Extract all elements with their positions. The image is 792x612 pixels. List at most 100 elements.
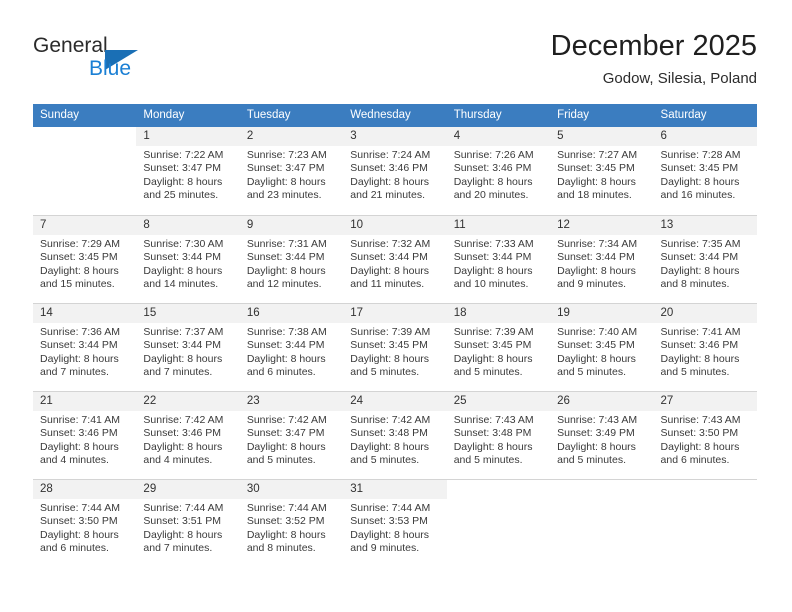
day-details: Sunrise: 7:44 AM Sunset: 3:53 PM Daylight:… — [343, 499, 446, 556]
calendar-day-cell[interactable]: 6 Sunrise: 7:28 AM Sunset: 3:45 PM Daylight… — [653, 127, 757, 215]
calendar-day-cell[interactable]: 1 Sunrise: 7:22 AM Sunset: 3:47 PM Daylight… — [136, 127, 240, 215]
calendar-day-cell[interactable]: 29 Sunrise: 7:44 AM Sunset: 3:51 PM Dayligh… — [136, 479, 240, 567]
day-details: Sunrise: 7:39 AM Sunset: 3:45 PM Daylight:… — [343, 323, 446, 380]
calendar-week-row: 7 Sunrise: 7:29 AM Sunset: 3:45 PM Daylight… — [33, 215, 757, 303]
sunrise-text: Sunrise: 7:41 AM — [660, 326, 741, 338]
sunset-text: Sunset: 3:50 PM — [660, 427, 739, 440]
day-number: 13 — [653, 216, 757, 235]
daylight-text-line1: Daylight: 8 hours — [40, 264, 119, 277]
daylight-text-line2: and 6 minutes. — [660, 454, 730, 467]
calendar-day-cell[interactable]: 5 Sunrise: 7:27 AM Sunset: 3:45 PM Daylight… — [550, 127, 654, 215]
sunset-text: Sunset: 3:49 PM — [557, 427, 635, 440]
daylight-text-line2: and 5 minutes. — [350, 454, 420, 467]
calendar-day-cell[interactable]: 3 Sunrise: 7:24 AM Sunset: 3:46 PM Daylight… — [343, 127, 447, 215]
daylight-text-line1: Daylight: 8 hours — [350, 175, 430, 188]
calendar-day-cell[interactable]: 8 Sunrise: 7:30 AM Sunset: 3:44 PM Daylight… — [136, 215, 240, 303]
day-number — [33, 127, 137, 146]
calendar-day-cell[interactable]: 31 Sunrise: 7:44 AM Sunset: 3:53 PM Dayligh… — [343, 479, 447, 567]
sunrise-text: Sunrise: 7:44 AM — [246, 502, 327, 514]
calendar-day-cell[interactable]: 22 Sunrise: 7:42 AM Sunset: 3:46 PM Dayligh… — [136, 391, 240, 479]
sunrise-text: Sunrise: 7:43 AM — [453, 414, 534, 426]
calendar-day-cell[interactable]: 15 Sunrise: 7:37 AM Sunset: 3:44 PM Dayligh… — [136, 303, 240, 391]
day-number: 1 — [136, 127, 240, 146]
calendar-day-cell[interactable]: 14 Sunrise: 7:36 AM Sunset: 3:44 PM Dayligh… — [33, 303, 137, 391]
daylight-text-line1: Daylight: 8 hours — [246, 352, 326, 365]
calendar-day-cell[interactable]: 17 Sunrise: 7:39 AM Sunset: 3:45 PM Dayligh… — [343, 303, 447, 391]
calendar-cell: 14 Sunrise: 7:36 AM Sunset: 3:44 PM Dayligh… — [33, 303, 137, 391]
day-details: Sunrise: 7:40 AM Sunset: 3:45 PM Daylight:… — [550, 323, 653, 380]
calendar-day-cell[interactable]: 24 Sunrise: 7:42 AM Sunset: 3:48 PM Dayligh… — [343, 391, 447, 479]
calendar-day-cell[interactable]: 7 Sunrise: 7:29 AM Sunset: 3:45 PM Daylight… — [33, 215, 137, 303]
daylight-text-line2: and 9 minutes. — [350, 542, 420, 555]
day-details: Sunrise: 7:34 AM Sunset: 3:44 PM Daylight:… — [550, 235, 653, 292]
calendar-day-cell[interactable]: 12 Sunrise: 7:34 AM Sunset: 3:44 PM Dayligh… — [550, 215, 654, 303]
sunset-text: Sunset: 3:45 PM — [557, 339, 635, 352]
day-details: Sunrise: 7:37 AM Sunset: 3:44 PM Daylight:… — [136, 323, 239, 380]
calendar-cell: 22 Sunrise: 7:42 AM Sunset: 3:46 PM Dayligh… — [136, 391, 240, 479]
daylight-text-line2: and 8 minutes. — [246, 542, 316, 555]
sunrise-text: Sunrise: 7:36 AM — [40, 326, 120, 338]
calendar-cell: 27 Sunrise: 7:43 AM Sunset: 3:50 PM Dayligh… — [653, 391, 757, 479]
daylight-text-line1: Daylight: 8 hours — [246, 528, 326, 541]
calendar-day-cell[interactable]: 10 Sunrise: 7:32 AM Sunset: 3:44 PM Dayligh… — [343, 215, 447, 303]
day-details: Sunrise: 7:35 AM Sunset: 3:44 PM Daylight:… — [654, 235, 757, 292]
title-block: December 2025 Godow, Silesia, Poland — [551, 28, 757, 90]
sunrise-text: Sunrise: 7:27 AM — [557, 149, 638, 161]
calendar-cell: 3 Sunrise: 7:24 AM Sunset: 3:46 PM Daylight… — [343, 127, 447, 215]
calendar-day-cell[interactable]: 18 Sunrise: 7:39 AM Sunset: 3:45 PM Dayligh… — [446, 303, 551, 391]
daylight-text-line1: Daylight: 8 hours — [246, 264, 326, 277]
calendar-day-cell[interactable]: 9 Sunrise: 7:31 AM Sunset: 3:44 PM Daylight… — [239, 215, 344, 303]
sunrise-text: Sunrise: 7:43 AM — [557, 414, 638, 426]
calendar-cell: 2 Sunrise: 7:23 AM Sunset: 3:47 PM Daylight… — [239, 127, 344, 215]
calendar-day-cell[interactable]: 13 Sunrise: 7:35 AM Sunset: 3:44 PM Dayligh… — [653, 215, 757, 303]
sunset-text: Sunset: 3:50 PM — [40, 515, 118, 528]
sunrise-text: Sunrise: 7:35 AM — [660, 238, 741, 250]
calendar-day-cell[interactable]: 19 Sunrise: 7:40 AM Sunset: 3:45 PM Dayligh… — [550, 303, 654, 391]
weekday-header-friday: Friday — [550, 104, 654, 127]
daylight-text-line1: Daylight: 8 hours — [660, 175, 740, 188]
sunrise-text: Sunrise: 7:22 AM — [143, 149, 224, 161]
sunset-text: Sunset: 3:46 PM — [40, 427, 118, 440]
sunrise-text: Sunrise: 7:31 AM — [246, 238, 327, 250]
daylight-text-line1: Daylight: 8 hours — [557, 175, 636, 188]
calendar-day-cell[interactable]: 20 Sunrise: 7:41 AM Sunset: 3:46 PM Dayligh… — [653, 303, 757, 391]
sunrise-text: Sunrise: 7:44 AM — [143, 502, 224, 514]
sunset-text: Sunset: 3:47 PM — [246, 162, 325, 175]
calendar-day-cell[interactable]: 21 Sunrise: 7:41 AM Sunset: 3:46 PM Dayligh… — [33, 391, 137, 479]
calendar-day-cell[interactable]: 2 Sunrise: 7:23 AM Sunset: 3:47 PM Daylight… — [239, 127, 344, 215]
calendar-cell: 1 Sunrise: 7:22 AM Sunset: 3:47 PM Daylight… — [136, 127, 240, 215]
calendar-day-cell[interactable]: 11 Sunrise: 7:33 AM Sunset: 3:44 PM Dayligh… — [446, 215, 551, 303]
generalblue-logo[interactable]: General Blue — [33, 34, 233, 90]
day-details: Sunrise: 7:23 AM Sunset: 3:47 PM Daylight:… — [240, 146, 343, 203]
daylight-text-line2: and 5 minutes. — [350, 366, 420, 379]
sunrise-text: Sunrise: 7:43 AM — [660, 414, 741, 426]
calendar-day-cell[interactable]: 25 Sunrise: 7:43 AM Sunset: 3:48 PM Dayligh… — [446, 391, 551, 479]
calendar-day-cell[interactable]: 23 Sunrise: 7:42 AM Sunset: 3:47 PM Dayligh… — [239, 391, 344, 479]
calendar-cell: 9 Sunrise: 7:31 AM Sunset: 3:44 PM Daylight… — [239, 215, 344, 303]
day-number — [550, 480, 654, 499]
calendar-day-cell[interactable]: 27 Sunrise: 7:43 AM Sunset: 3:50 PM Dayligh… — [653, 391, 757, 479]
day-number: 17 — [343, 304, 447, 323]
calendar-cell: 19 Sunrise: 7:40 AM Sunset: 3:45 PM Dayligh… — [550, 303, 654, 391]
sunset-text: Sunset: 3:48 PM — [453, 427, 532, 440]
day-details: Sunrise: 7:33 AM Sunset: 3:44 PM Daylight:… — [447, 235, 550, 292]
calendar-day-cell[interactable]: 28 Sunrise: 7:44 AM Sunset: 3:50 PM Dayligh… — [33, 479, 137, 567]
day-details: Sunrise: 7:24 AM Sunset: 3:46 PM Daylight:… — [343, 146, 446, 203]
calendar-week-row: 1 Sunrise: 7:22 AM Sunset: 3:47 PM Daylight… — [33, 127, 757, 215]
daylight-text-line1: Daylight: 8 hours — [40, 440, 119, 453]
calendar-day-cell[interactable]: 16 Sunrise: 7:38 AM Sunset: 3:44 PM Dayligh… — [239, 303, 344, 391]
calendar-day-cell[interactable]: 30 Sunrise: 7:44 AM Sunset: 3:52 PM Dayligh… — [239, 479, 344, 567]
sunset-text: Sunset: 3:45 PM — [40, 251, 118, 264]
daylight-text-line1: Daylight: 8 hours — [660, 352, 740, 365]
daylight-text-line2: and 10 minutes. — [453, 278, 529, 291]
page-header: General Blue December 2025 Godow, Silesi… — [33, 28, 757, 100]
weekday-header-sunday: Sunday — [33, 104, 137, 127]
calendar-day-cell[interactable]: 4 Sunrise: 7:26 AM Sunset: 3:46 PM Daylight… — [446, 127, 551, 215]
calendar-day-cell[interactable]: 26 Sunrise: 7:43 AM Sunset: 3:49 PM Dayligh… — [550, 391, 654, 479]
calendar-cell: 5 Sunrise: 7:27 AM Sunset: 3:45 PM Daylight… — [550, 127, 654, 215]
day-number: 15 — [136, 304, 240, 323]
calendar-cell: 24 Sunrise: 7:42 AM Sunset: 3:48 PM Dayligh… — [343, 391, 447, 479]
day-number: 31 — [343, 480, 447, 499]
day-details: Sunrise: 7:44 AM Sunset: 3:50 PM Daylight:… — [33, 499, 136, 556]
calendar-cell: 20 Sunrise: 7:41 AM Sunset: 3:46 PM Dayligh… — [653, 303, 757, 391]
